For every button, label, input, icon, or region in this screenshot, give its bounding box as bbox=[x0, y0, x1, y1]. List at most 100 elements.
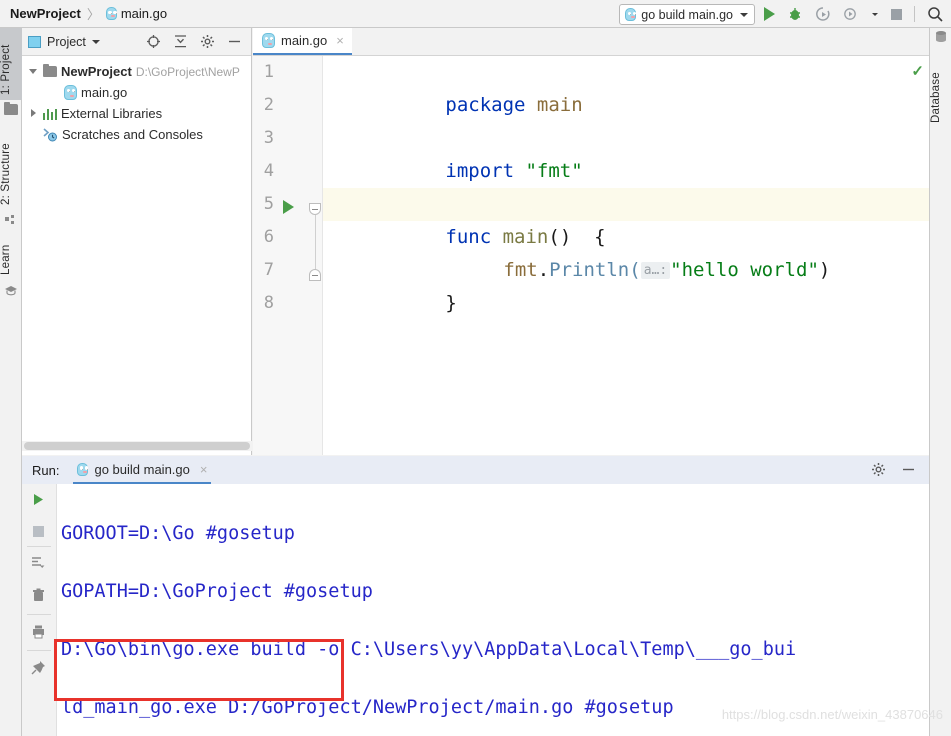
code-editor[interactable]: 1 2 3 4 5 6 7 8 package main import "fmt… bbox=[253, 56, 929, 455]
line-number: 3 bbox=[263, 128, 274, 148]
stop-icon[interactable] bbox=[891, 8, 902, 20]
go-file-icon bbox=[262, 33, 275, 48]
tree-item-scratches-and-consoles[interactable]: Scratches and Consoles bbox=[22, 124, 251, 145]
locate-icon[interactable] bbox=[146, 34, 162, 50]
scroll-to-end-icon[interactable] bbox=[31, 556, 46, 571]
breadcrumb-bar: NewProject 〉 main.go go build main.go bbox=[0, 0, 951, 28]
watermark: https://blog.csdn.net/weixin_43870646 bbox=[721, 707, 943, 722]
run-tab-label: go build main.go bbox=[94, 461, 190, 477]
fold-close-icon[interactable] bbox=[309, 269, 321, 281]
editor-gutter[interactable]: 1 2 3 4 5 6 7 8 bbox=[253, 56, 323, 455]
tree-item-main-go[interactable]: main.go bbox=[22, 82, 251, 103]
breadcrumb-separator-icon: 〉 bbox=[86, 7, 100, 22]
run-icon[interactable] bbox=[764, 7, 775, 21]
line-number: 4 bbox=[263, 161, 274, 181]
close-icon[interactable]: × bbox=[200, 462, 208, 477]
code-token-close-brace: } bbox=[445, 292, 457, 314]
chevron-down-icon[interactable] bbox=[91, 39, 100, 44]
line-number: 5 bbox=[263, 194, 274, 214]
stop-icon[interactable] bbox=[31, 524, 46, 539]
fold-region-bar bbox=[314, 215, 316, 271]
run-line-icon[interactable] bbox=[283, 200, 294, 214]
project-panel-header: Project bbox=[22, 28, 251, 56]
run-side-toolbar bbox=[22, 484, 56, 736]
folder-icon bbox=[43, 63, 57, 77]
run-configuration-label: go build main.go bbox=[641, 7, 733, 22]
project-folder-icon bbox=[4, 101, 18, 116]
settings-icon[interactable] bbox=[200, 34, 216, 50]
hide-icon[interactable] bbox=[227, 34, 243, 50]
editor-tab-bar: main.go × bbox=[253, 28, 929, 56]
project-window-icon bbox=[28, 35, 41, 48]
run-panel-header: Run: go build main.go × bbox=[22, 456, 929, 484]
libraries-icon bbox=[43, 108, 57, 120]
tree-item-external-libraries[interactable]: External Libraries bbox=[22, 103, 251, 124]
project-panel-tools bbox=[146, 34, 245, 50]
chevron-right-icon[interactable] bbox=[28, 108, 39, 119]
editor-area: main.go × 1 2 3 4 5 6 7 8 package main i… bbox=[253, 28, 929, 455]
profile-icon[interactable] bbox=[843, 6, 859, 22]
code-token-string-literal: "hello world" bbox=[670, 259, 819, 281]
rerun-icon[interactable] bbox=[31, 492, 46, 507]
pin-icon[interactable] bbox=[31, 660, 46, 675]
collapse-all-icon[interactable] bbox=[173, 34, 189, 50]
main-toolbar-actions bbox=[764, 0, 943, 28]
chevron-down-icon bbox=[740, 12, 748, 17]
chevron-down-icon[interactable] bbox=[28, 66, 39, 77]
chevron-down-icon[interactable] bbox=[871, 6, 879, 22]
left-tool-strip: 1: Project 2: Structure Learn bbox=[0, 28, 22, 736]
tree-item-label: NewProject bbox=[61, 64, 132, 79]
breadcrumb: NewProject 〉 main.go bbox=[0, 4, 167, 23]
line-number: 7 bbox=[263, 260, 274, 280]
sidebar-item-learn[interactable]: Learn bbox=[0, 234, 22, 280]
line-number: 1 bbox=[263, 62, 274, 82]
run-panel-label: Run: bbox=[32, 462, 60, 478]
go-file-icon bbox=[105, 7, 117, 20]
run-panel-tools bbox=[871, 462, 929, 478]
editor-tab-main-go[interactable]: main.go × bbox=[253, 28, 352, 55]
toolbar-divider bbox=[914, 6, 915, 22]
tree-item-newproject[interactable]: NewProject D:\GoProject\NewP bbox=[22, 61, 251, 82]
right-tool-strip: Database bbox=[929, 28, 951, 736]
annotation-highlight-box bbox=[54, 639, 344, 701]
run-tab-go-build[interactable]: go build main.go × bbox=[73, 457, 212, 484]
trash-icon[interactable] bbox=[31, 588, 46, 603]
code-token-package-kw: package bbox=[445, 94, 526, 116]
toolbar-divider bbox=[27, 614, 51, 615]
code-content[interactable]: package main import "fmt" func main() { … bbox=[324, 56, 929, 455]
close-icon[interactable]: × bbox=[336, 33, 344, 48]
breadcrumb-file[interactable]: main.go bbox=[121, 6, 167, 21]
scratches-icon bbox=[43, 127, 58, 142]
fold-open-icon[interactable] bbox=[309, 203, 321, 215]
code-token-import-path: "fmt" bbox=[525, 160, 583, 182]
settings-icon[interactable] bbox=[871, 462, 887, 478]
hide-icon[interactable] bbox=[901, 462, 917, 478]
horizontal-scrollbar[interactable] bbox=[22, 441, 252, 451]
tree-item-path: D:\GoProject\NewP bbox=[135, 64, 240, 79]
sidebar-item-database[interactable]: Database bbox=[930, 48, 951, 128]
console-line: GOROOT=D:\Go #gosetup bbox=[61, 523, 295, 544]
project-tool-window: Project NewProject D:\GoProject\NewP mai… bbox=[22, 28, 252, 455]
sidebar-item-structure[interactable]: 2: Structure bbox=[0, 124, 22, 210]
search-icon[interactable] bbox=[927, 6, 943, 22]
parameter-hint: a…: bbox=[640, 262, 671, 279]
debug-icon[interactable] bbox=[787, 6, 803, 22]
project-tree: NewProject D:\GoProject\NewP main.go Ext… bbox=[22, 56, 251, 145]
print-icon[interactable] bbox=[31, 624, 46, 639]
toolbar-divider bbox=[27, 650, 51, 651]
structure-icon bbox=[4, 214, 18, 228]
breadcrumb-project[interactable]: NewProject bbox=[10, 6, 81, 21]
run-configuration-selector[interactable]: go build main.go bbox=[619, 4, 755, 25]
tree-item-label: External Libraries bbox=[61, 106, 163, 121]
sidebar-item-project[interactable]: 1: Project bbox=[0, 28, 22, 100]
editor-tab-label: main.go bbox=[281, 33, 328, 48]
project-panel-title[interactable]: Project bbox=[47, 35, 86, 49]
run-with-coverage-icon[interactable] bbox=[815, 6, 831, 22]
tree-item-label: Scratches and Consoles bbox=[62, 127, 203, 142]
graduation-cap-icon bbox=[4, 283, 18, 297]
line-number: 2 bbox=[263, 95, 274, 115]
line-number: 8 bbox=[263, 293, 274, 313]
inspection-status-icon[interactable]: ✓ bbox=[911, 62, 924, 80]
database-icon bbox=[934, 30, 948, 44]
line-number: 6 bbox=[263, 227, 274, 247]
